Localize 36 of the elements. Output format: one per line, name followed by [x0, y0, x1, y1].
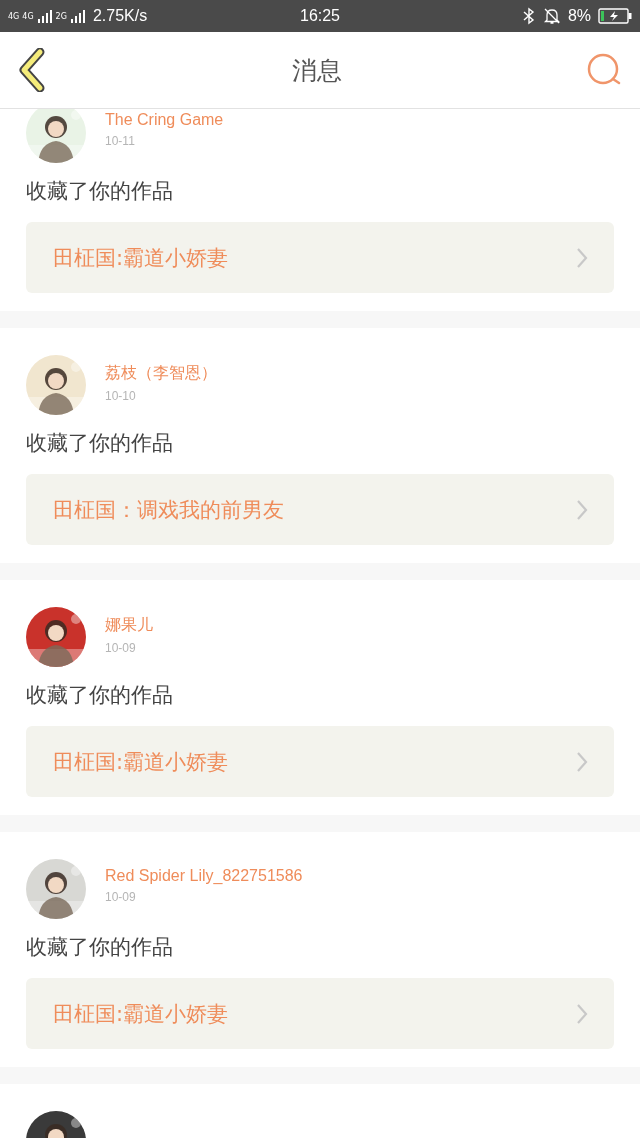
bluetooth-icon	[521, 7, 536, 25]
chevron-right-icon	[576, 1002, 588, 1025]
notification-text: 收藏了你的作品	[26, 934, 174, 961]
work-title: 田柾国：调戏我的前男友	[53, 496, 284, 524]
notification-text: 收藏了你的作品	[26, 178, 174, 205]
battery-icon	[598, 8, 632, 24]
work-link[interactable]: 田柾国:霸道小娇妻	[26, 222, 614, 293]
signal-icon	[69, 8, 86, 24]
chevron-right-icon	[576, 246, 588, 269]
battery-percent: 8%	[567, 7, 591, 25]
network-speed: 2.75K/s	[92, 7, 148, 25]
notification-text: 收藏了你的作品	[26, 430, 174, 457]
chevron-right-icon	[576, 498, 588, 521]
date: 10-10	[105, 389, 137, 403]
user-name[interactable]: 荔枝（李智恩）	[105, 363, 217, 384]
network-label: 4G	[22, 11, 34, 21]
user-name[interactable]: Red Spider Lily_822751586	[105, 867, 303, 885]
work-link[interactable]: 田柾国:霸道小娇妻	[26, 726, 614, 797]
network-label: 2G	[55, 11, 67, 21]
signal-icon	[36, 8, 53, 24]
date: 10-11	[105, 134, 136, 148]
user-name[interactable]: 娜果儿	[105, 615, 153, 636]
bell-off-icon	[542, 7, 561, 25]
date: 10-09	[105, 890, 137, 904]
work-title: 田柾国:霸道小娇妻	[53, 1000, 229, 1028]
work-title: 田柾国:霸道小娇妻	[53, 748, 229, 776]
chevron-right-icon	[576, 750, 588, 773]
notification-text: 收藏了你的作品	[26, 682, 174, 709]
clock: 16:25	[300, 7, 340, 25]
date: 10-09	[105, 641, 137, 655]
work-title: 田柾国:霸道小娇妻	[53, 244, 229, 272]
page-title: 消息	[292, 54, 342, 87]
network-label: 4G	[8, 11, 20, 21]
user-name[interactable]: The Cring Game	[105, 111, 224, 129]
work-link[interactable]: 田柾国:霸道小娇妻	[26, 978, 614, 1049]
work-link[interactable]: 田柾国：调戏我的前男友	[26, 474, 614, 545]
